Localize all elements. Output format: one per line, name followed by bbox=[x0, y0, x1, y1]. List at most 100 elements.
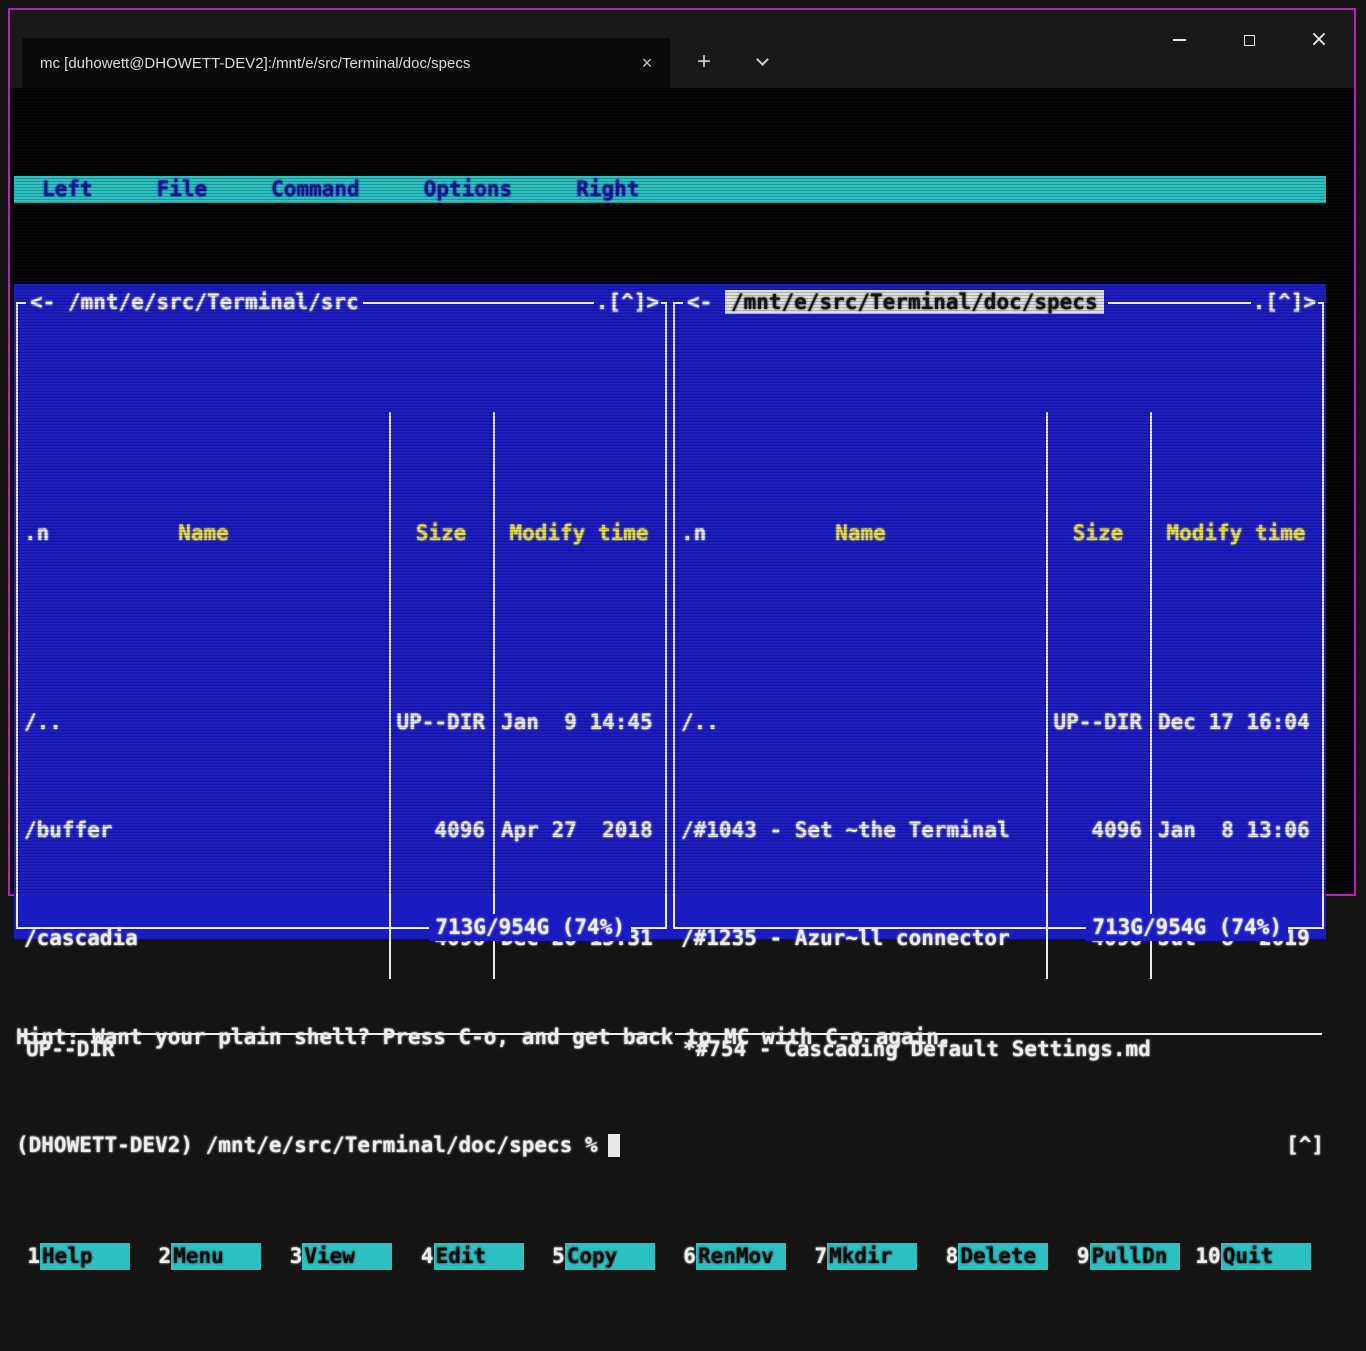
shell-prompt: (DHOWETT-DEV2) /mnt/e/src/Terminal/doc/s… bbox=[16, 1132, 598, 1159]
function-key-number: 2 bbox=[145, 1243, 171, 1270]
menu-item[interactable]: Right bbox=[576, 176, 639, 203]
menu-item[interactable]: Options bbox=[424, 176, 513, 203]
file-name: /.. bbox=[18, 709, 389, 736]
file-name: /.. bbox=[675, 709, 1046, 736]
file-row[interactable]: /buffer 4096 Apr 27 2018 bbox=[18, 817, 665, 844]
minimize-icon bbox=[1173, 39, 1186, 41]
function-key-label: Edit bbox=[434, 1243, 524, 1270]
right-panel: <- /mnt/e/src/Terminal/doc/specs .[^]> .… bbox=[673, 302, 1324, 929]
history-back-arrow[interactable]: <- bbox=[687, 290, 725, 314]
function-key-number: 10 bbox=[1195, 1243, 1221, 1270]
function-key-button[interactable]: 7 Mkdir bbox=[801, 1243, 932, 1270]
file-modify-time: Dec 17 16:04 bbox=[1150, 709, 1322, 736]
terminal-screen: Left File Command Options Right <- /mnt/… bbox=[10, 88, 1354, 894]
column-divider bbox=[1046, 412, 1048, 979]
terminal-window: mc [duhowett@DHOWETT-DEV2]:/mnt/e/src/Te… bbox=[8, 8, 1356, 896]
function-key-button[interactable]: 1 Help bbox=[14, 1243, 145, 1270]
left-panel: <- /mnt/e/src/Terminal/src .[^]> .nName … bbox=[16, 302, 667, 929]
function-key-label: Menu bbox=[171, 1243, 261, 1270]
file-modify-time: Jan 8 13:06 bbox=[1150, 817, 1322, 844]
function-key-button[interactable]: 4 Edit bbox=[408, 1243, 539, 1270]
menu-item[interactable]: Left bbox=[42, 176, 93, 203]
function-key-button[interactable]: 6 RenMov bbox=[670, 1243, 801, 1270]
maximize-button[interactable] bbox=[1214, 10, 1284, 70]
command-line[interactable]: (DHOWETT-DEV2) /mnt/e/src/Terminal/doc/s… bbox=[14, 1132, 1326, 1159]
function-key-number: 9 bbox=[1064, 1243, 1090, 1270]
left-panel-directory: /mnt/e/src/Terminal/src bbox=[68, 290, 359, 314]
function-key-number: 6 bbox=[670, 1243, 696, 1270]
function-key-button[interactable]: 8 Delete bbox=[932, 1243, 1063, 1270]
history-up-indicator: [^] bbox=[1286, 1132, 1324, 1159]
left-panel-status: UP--DIR bbox=[18, 1033, 665, 1089]
left-panel-up-button[interactable]: .[^]> bbox=[594, 289, 661, 316]
left-column-headers: .nName Size Modify time bbox=[18, 520, 665, 547]
right-panel-body: .nName Size Modify time /.. UP--DIR Dec … bbox=[675, 412, 1322, 979]
modify-column-header[interactable]: Modify time bbox=[493, 520, 665, 547]
function-key-label: Quit bbox=[1221, 1243, 1311, 1270]
file-size: 4096 bbox=[1046, 817, 1150, 844]
tab-title: mc [duhowett@DHOWETT-DEV2]:/mnt/e/src/Te… bbox=[40, 55, 632, 72]
function-key-button[interactable]: 9 PullDn bbox=[1064, 1243, 1195, 1270]
column-divider bbox=[493, 412, 495, 979]
function-key-label: PullDn bbox=[1090, 1243, 1180, 1270]
sort-indicator: .n bbox=[24, 520, 49, 547]
close-button[interactable]: × bbox=[1284, 10, 1354, 70]
function-key-label: Mkdir bbox=[827, 1243, 917, 1270]
function-key-label: Delete bbox=[958, 1243, 1048, 1270]
function-key-label: Copy bbox=[565, 1243, 655, 1270]
file-row[interactable]: /.. UP--DIR Jan 9 14:45 bbox=[18, 709, 665, 736]
function-key-button[interactable]: 3 View bbox=[276, 1243, 407, 1270]
right-panel-status: *#754 - Cascading Default Settings.md bbox=[675, 1033, 1322, 1089]
name-column-header[interactable]: .nName bbox=[18, 520, 389, 547]
function-key-label: RenMov bbox=[696, 1243, 786, 1270]
close-icon: × bbox=[1310, 29, 1328, 51]
left-panel-path[interactable]: <- /mnt/e/src/Terminal/src bbox=[26, 289, 363, 316]
column-divider bbox=[389, 412, 391, 979]
column-divider bbox=[1150, 412, 1152, 979]
left-panel-disk-usage: 713G/954G (74%) bbox=[429, 914, 631, 941]
file-modify-time: Apr 27 2018 bbox=[493, 817, 665, 844]
file-row[interactable]: /#1043 - Set ~the Terminal 4096 Jan 8 13… bbox=[675, 817, 1322, 844]
midnight-commander: Left File Command Options Right <- /mnt/… bbox=[14, 95, 1326, 1351]
right-panel-up-button[interactable]: .[^]> bbox=[1251, 289, 1318, 316]
function-key-label: View bbox=[302, 1243, 392, 1270]
right-panel-path[interactable]: <- /mnt/e/src/Terminal/doc/specs bbox=[683, 289, 1108, 316]
right-column-headers: .nName Size Modify time bbox=[675, 520, 1322, 547]
function-key-number: 8 bbox=[932, 1243, 958, 1270]
function-key-number: 5 bbox=[539, 1243, 565, 1270]
size-column-header[interactable]: Size bbox=[1046, 520, 1150, 547]
panels-region: <- /mnt/e/src/Terminal/src .[^]> .nName … bbox=[14, 284, 1326, 939]
function-key-bar: 1 Help 2 Menu 3 View 4 bbox=[14, 1243, 1326, 1270]
minimize-button[interactable] bbox=[1144, 10, 1214, 70]
size-column-header[interactable]: Size bbox=[389, 520, 493, 547]
tab-dropdown-button[interactable] bbox=[746, 46, 778, 78]
function-key-button[interactable]: 2 Menu bbox=[145, 1243, 276, 1270]
file-modify-time: Jan 9 14:45 bbox=[493, 709, 665, 736]
plus-icon: + bbox=[697, 48, 711, 76]
file-name: /cascadia bbox=[18, 925, 389, 952]
sort-indicator: .n bbox=[681, 520, 706, 547]
menu-item[interactable]: Command bbox=[271, 176, 360, 203]
file-name: /buffer bbox=[18, 817, 389, 844]
menu-bar: Left File Command Options Right bbox=[14, 176, 1326, 203]
titlebar: mc [duhowett@DHOWETT-DEV2]:/mnt/e/src/Te… bbox=[10, 10, 1354, 88]
file-name: /#1235 - Azur~ll connector bbox=[675, 925, 1046, 952]
function-key-label: Help bbox=[40, 1243, 130, 1270]
function-key-button[interactable]: 10 Quit bbox=[1195, 1243, 1326, 1270]
name-column-header[interactable]: .nName bbox=[675, 520, 1046, 547]
function-key-number: 4 bbox=[408, 1243, 434, 1270]
modify-column-header[interactable]: Modify time bbox=[1150, 520, 1322, 547]
file-size: 4096 bbox=[389, 817, 493, 844]
function-key-button[interactable]: 5 Copy bbox=[539, 1243, 670, 1270]
text-cursor bbox=[608, 1134, 620, 1157]
new-tab-button[interactable]: + bbox=[688, 46, 720, 78]
right-panel-disk-usage: 713G/954G (74%) bbox=[1086, 914, 1288, 941]
file-size: UP--DIR bbox=[389, 709, 493, 736]
chevron-down-icon bbox=[756, 53, 769, 66]
terminal-tab[interactable]: mc [duhowett@DHOWETT-DEV2]:/mnt/e/src/Te… bbox=[22, 38, 670, 88]
file-row[interactable]: /.. UP--DIR Dec 17 16:04 bbox=[675, 709, 1322, 736]
history-back-arrow[interactable]: <- bbox=[30, 290, 68, 314]
left-panel-body: .nName Size Modify time /.. UP--DIR Jan … bbox=[18, 412, 665, 979]
menu-item[interactable]: File bbox=[157, 176, 208, 203]
tab-close-icon[interactable]: × bbox=[632, 48, 662, 78]
